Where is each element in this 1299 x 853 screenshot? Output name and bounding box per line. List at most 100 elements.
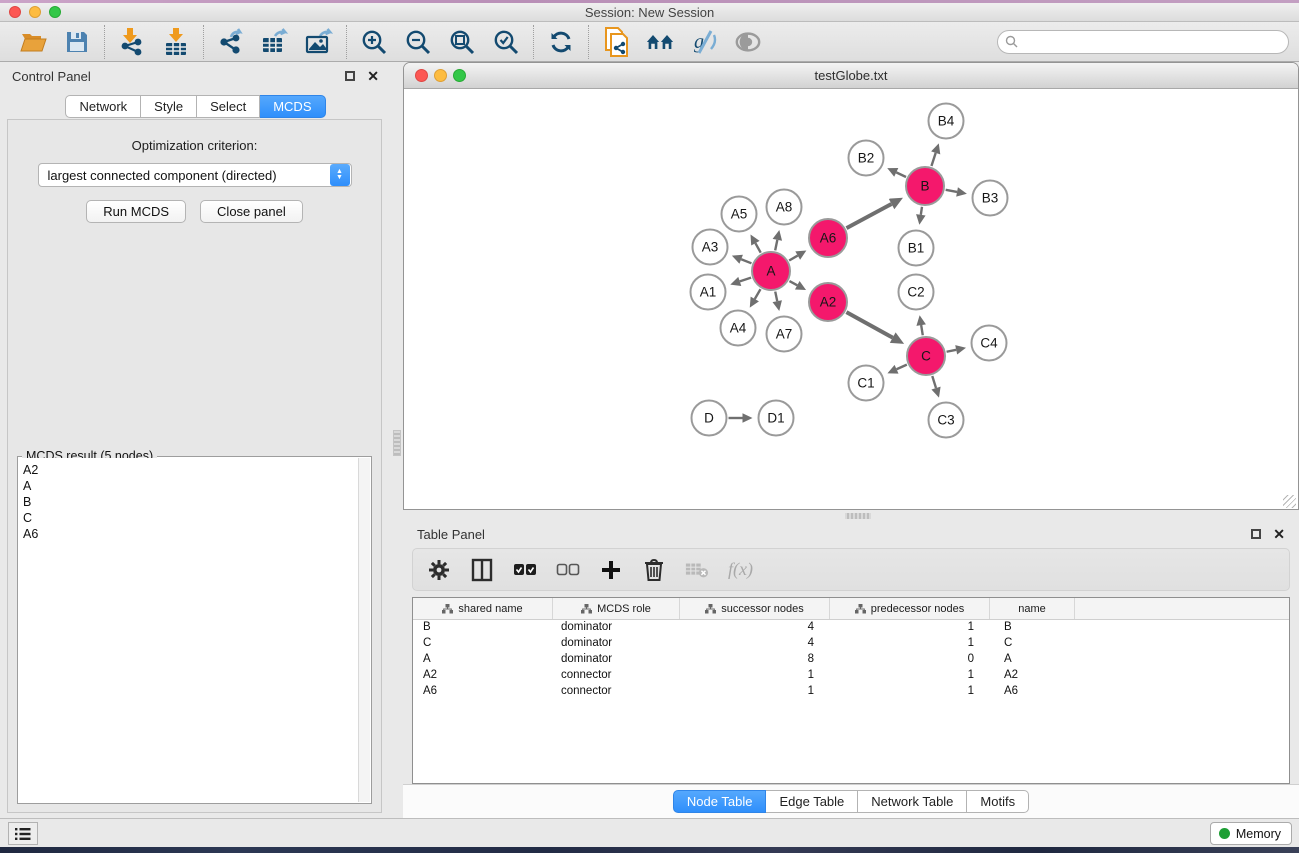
tab-node-table[interactable]: Node Table (673, 790, 767, 813)
table-cell[interactable]: dominator (553, 652, 680, 668)
tab-edge-table[interactable]: Edge Table (766, 790, 858, 813)
close-panel-button[interactable]: Close panel (200, 200, 303, 223)
edge-C-C3[interactable] (932, 376, 936, 388)
table-cell[interactable]: C (413, 636, 553, 652)
delete-column-trash-icon[interactable] (642, 558, 666, 582)
table-cell[interactable]: B (413, 620, 553, 636)
zoom-out-icon[interactable] (404, 28, 432, 56)
import-network-icon[interactable] (118, 28, 146, 56)
zoom-selected-icon[interactable] (492, 28, 520, 56)
task-history-button[interactable] (8, 822, 38, 845)
table-row[interactable]: Cdominator41C (413, 636, 1289, 652)
result-item[interactable]: B (23, 494, 358, 510)
export-table-icon[interactable] (261, 28, 289, 56)
table-cell[interactable]: A (990, 652, 1075, 668)
edge-A-A2[interactable] (789, 281, 797, 285)
save-session-icon[interactable] (63, 28, 91, 56)
edge-A-A1[interactable] (740, 278, 751, 282)
close-panel-icon[interactable]: ✕ (367, 71, 379, 81)
clone-network-icon[interactable] (602, 28, 630, 56)
table-cell[interactable]: 1 (680, 668, 830, 684)
deselect-all-icon[interactable] (556, 558, 580, 582)
tab-motifs[interactable]: Motifs (967, 790, 1029, 813)
show-columns-icon[interactable] (470, 558, 494, 582)
edge-B-B4[interactable] (931, 153, 935, 166)
edge-C-C1[interactable] (897, 365, 907, 370)
edge-A-A8[interactable] (775, 240, 777, 251)
table-cell[interactable]: 1 (680, 684, 830, 700)
table-cell[interactable]: 8 (680, 652, 830, 668)
delete-table-icon[interactable] (685, 558, 709, 582)
table-cell[interactable]: 1 (830, 668, 990, 684)
table-cell[interactable]: A2 (413, 668, 553, 684)
tab-network-table[interactable]: Network Table (858, 790, 967, 813)
table-cell[interactable]: 1 (830, 620, 990, 636)
memory-button[interactable]: Memory (1210, 822, 1292, 845)
refresh-icon[interactable] (547, 28, 575, 56)
table-cell[interactable]: dominator (553, 620, 680, 636)
table-cell[interactable]: A (413, 652, 553, 668)
table-row[interactable]: A6connector11A6 (413, 684, 1289, 700)
edge-B-B2[interactable] (896, 172, 906, 177)
vertical-splitter-handle[interactable] (393, 430, 401, 456)
table-cell[interactable]: 1 (830, 684, 990, 700)
edge-A6-B[interactable] (847, 204, 892, 228)
column-header-predecessor-nodes[interactable]: predecessor nodes (830, 598, 990, 619)
edge-B-B3[interactable] (946, 190, 957, 192)
table-cell[interactable]: A6 (413, 684, 553, 700)
birds-eye-view-icon[interactable] (646, 28, 674, 56)
result-list-scrollbar[interactable] (358, 458, 370, 802)
edge-A2-C[interactable] (846, 312, 892, 338)
column-header-name[interactable]: name (990, 598, 1075, 619)
import-table-icon[interactable] (162, 28, 190, 56)
table-cell[interactable]: connector (553, 684, 680, 700)
table-cell[interactable]: 4 (680, 636, 830, 652)
table-row[interactable]: Bdominator41B (413, 620, 1289, 636)
column-header-shared-name[interactable]: shared name (413, 598, 553, 619)
select-all-icon[interactable] (513, 558, 537, 582)
column-header-successor-nodes[interactable]: successor nodes (680, 598, 830, 619)
export-image-icon[interactable] (305, 28, 333, 56)
result-item[interactable]: A2 (23, 462, 358, 478)
edge-A-A7[interactable] (775, 292, 777, 302)
edge-A-A4[interactable] (755, 289, 761, 299)
column-header-MCDS-role[interactable]: MCDS role (553, 598, 680, 619)
zoom-in-icon[interactable] (360, 28, 388, 56)
edge-A-A6[interactable] (789, 256, 798, 261)
table-cell[interactable]: A2 (990, 668, 1075, 684)
table-settings-gear-icon[interactable] (427, 558, 451, 582)
show-hide-panel-eye-icon[interactable] (734, 28, 762, 56)
result-item[interactable]: A6 (23, 526, 358, 542)
zoom-fit-icon[interactable] (448, 28, 476, 56)
horizontal-splitter-handle[interactable] (845, 513, 871, 519)
table-close-panel-icon[interactable]: ✕ (1273, 529, 1285, 539)
function-builder-button[interactable]: f(x) (728, 558, 753, 582)
network-canvas[interactable]: A5A8A3A1A4A7AA6A2B2B4BB3B1C2CC4C1C3DD1 (404, 89, 1298, 510)
edge-A-A3[interactable] (741, 259, 751, 263)
run-mcds-button[interactable]: Run MCDS (86, 200, 186, 223)
table-row[interactable]: A2connector11A2 (413, 668, 1289, 684)
table-cell[interactable]: dominator (553, 636, 680, 652)
vizmapper-toggle-icon[interactable]: g (690, 28, 718, 56)
edge-C-C4[interactable] (947, 350, 957, 352)
tab-network[interactable]: Network (65, 95, 141, 118)
edge-B-B1[interactable] (921, 207, 922, 215)
edge-A-A5[interactable] (755, 243, 760, 252)
table-cell[interactable]: 1 (830, 636, 990, 652)
optimization-criterion-dropdown[interactable]: largest connected component (directed) ▲… (38, 163, 352, 187)
table-float-panel-icon[interactable] (1251, 529, 1261, 539)
export-network-icon[interactable] (217, 28, 245, 56)
result-item[interactable]: C (23, 510, 358, 526)
float-panel-icon[interactable] (345, 71, 355, 81)
window-resize-grip[interactable] (1283, 495, 1296, 508)
tab-mcds[interactable]: MCDS (260, 95, 325, 118)
table-cell[interactable]: B (990, 620, 1075, 636)
open-session-icon[interactable] (19, 28, 47, 56)
edge-C-C2[interactable] (921, 325, 923, 335)
search-input[interactable] (997, 30, 1289, 54)
tab-select[interactable]: Select (197, 95, 260, 118)
tab-style[interactable]: Style (141, 95, 197, 118)
result-item[interactable]: A (23, 478, 358, 494)
table-row[interactable]: Adominator80A (413, 652, 1289, 668)
table-cell[interactable]: C (990, 636, 1075, 652)
